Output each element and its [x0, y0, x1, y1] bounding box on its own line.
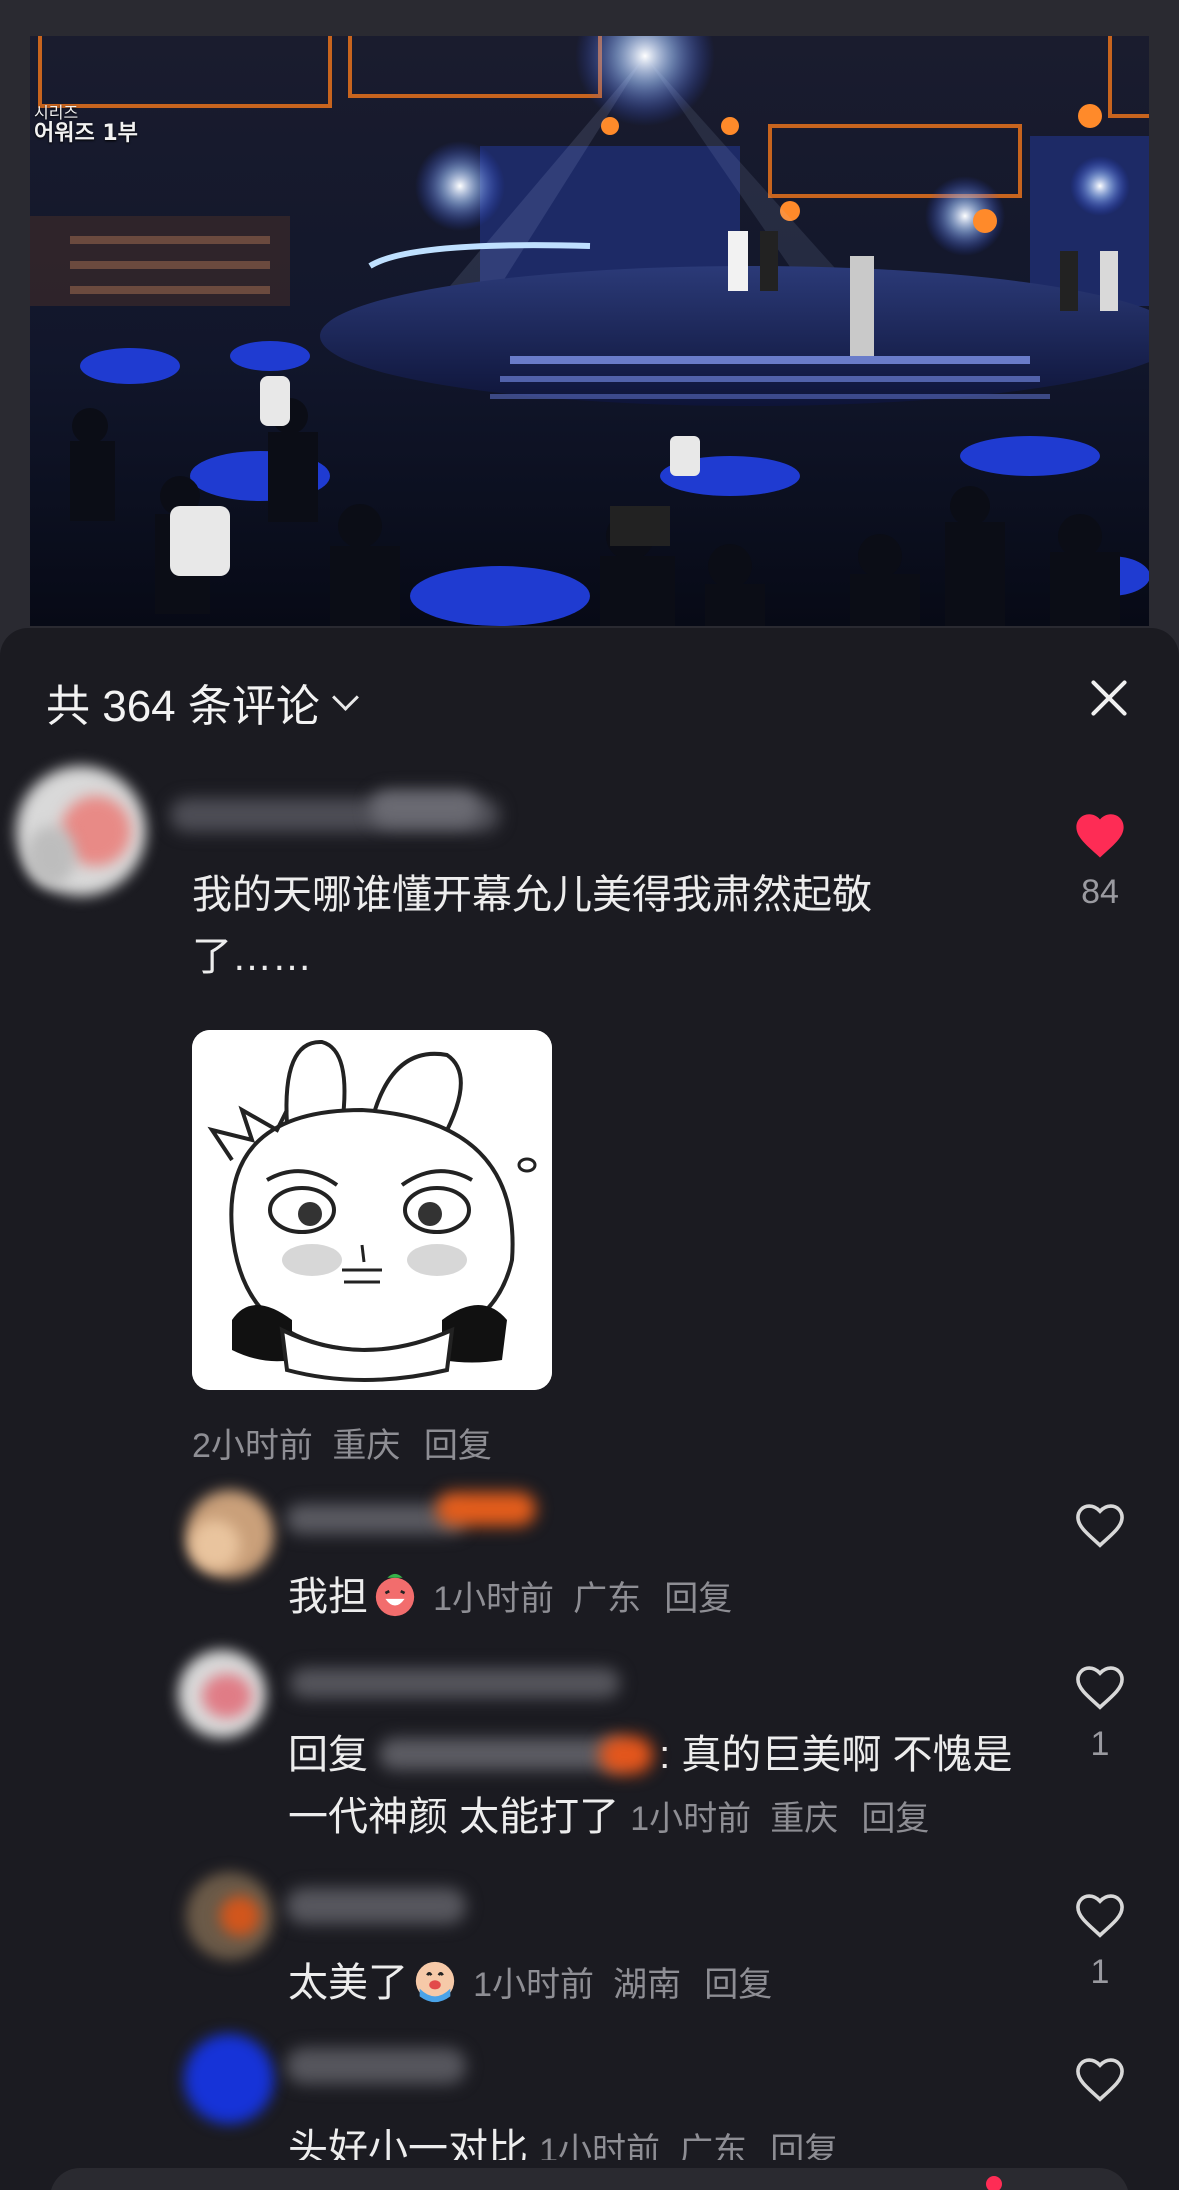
reply-button[interactable]: 回复 — [861, 1800, 929, 1838]
reply-text: 头好小一对比 1小时前 广东 回复 — [288, 2118, 838, 2160]
like-count: 1 — [1090, 1725, 1110, 1763]
comment-text-line2: 了…… — [192, 935, 312, 979]
reply-button[interactable]: 回复 — [664, 1580, 732, 1618]
comment-count-label: 共 364 条评论 — [46, 682, 320, 731]
video-caption-line2: 어워즈 1부 — [34, 120, 138, 146]
comment-time: 2小时前 — [192, 1427, 313, 1465]
username-blurred[interactable] — [170, 788, 530, 844]
reply-button[interactable]: 回复 — [704, 1966, 772, 2004]
like-button[interactable]: 84 — [1060, 810, 1140, 912]
avatar[interactable] — [172, 1644, 272, 1744]
comment-sheet: 共 364 条评论 我的天哪谁懂开幕允儿美得我肃然起敬 了…… 2小时前 重庆 … — [0, 628, 1179, 2190]
comment-sticker-image[interactable] — [192, 1030, 552, 1390]
reply-text: 太美了 1小时前 湖南 回复 — [288, 1952, 772, 2016]
like-count: 84 — [1081, 873, 1119, 911]
video-caption: 시리즈 어워즈 1부 — [34, 104, 138, 146]
video-area: 시리즈 어워즈 1부 — [0, 0, 1179, 640]
crying-face-emoji — [415, 1961, 455, 2003]
comment-location: 重庆 — [332, 1427, 401, 1465]
avatar[interactable] — [180, 1866, 280, 1966]
reply-text-line1-end: : 真的巨美啊 不愧是 — [659, 1733, 1013, 1777]
heart-outline-icon — [1076, 1666, 1124, 1710]
avatar[interactable] — [180, 2028, 280, 2128]
reply-text-content: 我担 — [288, 1575, 368, 1619]
reply-location: 广东 — [573, 1580, 642, 1618]
reply-location: 广东 — [679, 2132, 748, 2160]
username-blurred[interactable] — [286, 1878, 486, 1938]
like-button[interactable]: 1 — [1060, 1662, 1140, 1764]
reply-target-blurred[interactable] — [379, 1734, 659, 1774]
comment-text-line1: 我的天哪谁懂开幕允儿美得我肃然起敬 — [192, 873, 872, 917]
notification-dot — [986, 2176, 1002, 2190]
close-button[interactable] — [1083, 672, 1135, 724]
reply-text-content: 太美了 — [288, 1961, 408, 2005]
heart-outline-icon — [1076, 1894, 1124, 1938]
reply-time: 1小时前 — [433, 1580, 555, 1618]
reply-text-line2-content: 一代神颜 太能打了 — [288, 1795, 620, 1839]
reply-text: 我担 1小时前 广东 回复 — [288, 1566, 732, 1630]
reply-button[interactable]: 回复 — [770, 2132, 838, 2160]
reply-location: 湖南 — [613, 1966, 682, 2004]
comment-meta: 2小时前 重庆 回复 — [192, 1418, 492, 1467]
avatar[interactable] — [6, 756, 156, 906]
comment-count-dropdown[interactable]: 共 364 条评论 — [46, 670, 359, 734]
reply-text-line1: 回复 : 真的巨美啊 不愧是 — [288, 1724, 1048, 1786]
reply-time: 1小时前 — [539, 2132, 661, 2160]
like-button[interactable] — [1060, 1500, 1140, 1563]
comment-input-bar[interactable] — [50, 2168, 1129, 2190]
video-caption-line1: 시리즈 — [34, 103, 79, 122]
video-player[interactable]: 시리즈 어워즈 1부 — [30, 36, 1149, 626]
concert-stage-image — [30, 36, 1149, 626]
like-count: 1 — [1090, 1953, 1110, 1991]
reply-time: 1小时前 — [630, 1800, 752, 1838]
bunny-sticker-icon — [192, 1030, 552, 1390]
heart-filled-icon — [1076, 814, 1124, 858]
laughing-face-emoji — [375, 1573, 415, 1617]
reply-button[interactable]: 回复 — [424, 1427, 492, 1465]
like-button[interactable]: 1 — [1060, 1890, 1140, 1992]
like-button[interactable] — [1060, 2054, 1140, 2109]
heart-outline-icon — [1076, 2058, 1124, 2102]
avatar[interactable] — [180, 1480, 280, 1580]
username-blurred[interactable] — [286, 1488, 546, 1548]
reply-text: 回复 : 真的巨美啊 不愧是 一代神颜 太能打了 1小时前 重庆 回复 — [288, 1724, 1048, 1850]
username-blurred[interactable] — [286, 2038, 486, 2098]
chevron-down-icon — [331, 683, 359, 711]
username-blurred[interactable] — [290, 1652, 630, 1712]
reply-text-content: 头好小一对比 — [288, 2127, 528, 2160]
reply-location: 重庆 — [770, 1800, 839, 1838]
app-root: 시리즈 어워즈 1부 共 364 条评论 我的天哪谁懂开幕允儿美得我肃然起敬 了… — [0, 0, 1179, 2190]
reply-text-line2: 一代神颜 太能打了 1小时前 重庆 回复 — [288, 1786, 1048, 1850]
reply-time: 1小时前 — [473, 1966, 595, 2004]
comment-sheet-header: 共 364 条评论 — [0, 628, 1179, 758]
comment-text: 我的天哪谁懂开幕允儿美得我肃然起敬 了…… — [192, 864, 972, 988]
heart-outline-icon — [1076, 1504, 1124, 1548]
reply-prefix: 回复 — [288, 1733, 368, 1777]
